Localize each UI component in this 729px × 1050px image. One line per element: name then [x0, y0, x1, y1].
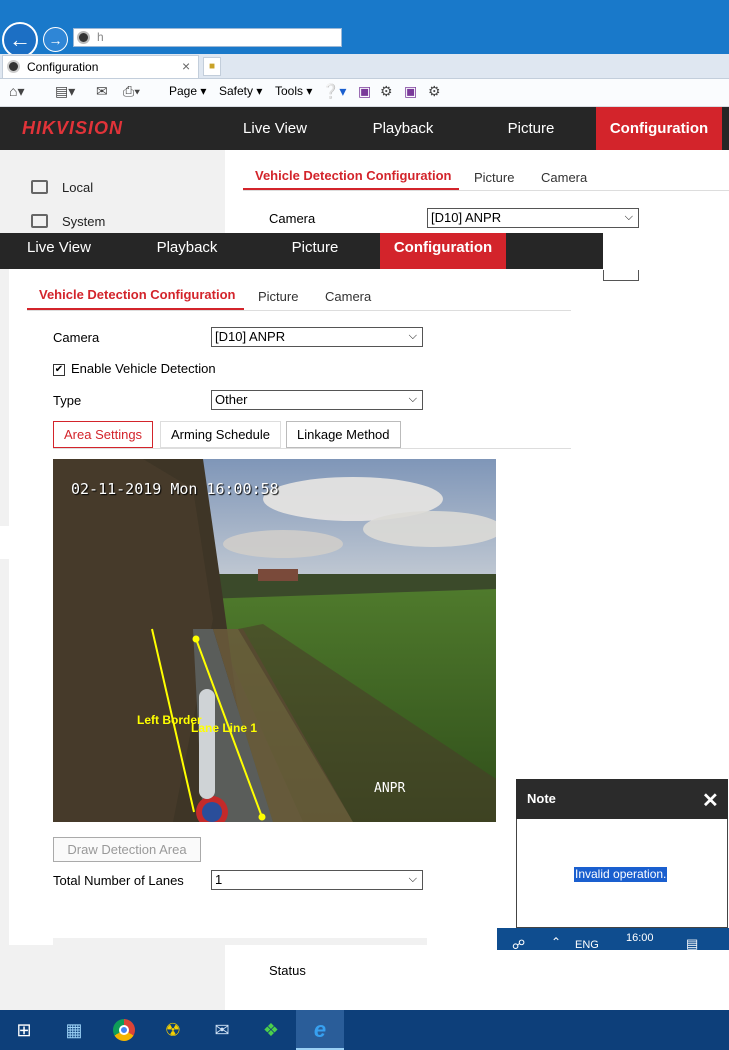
- gear-icon-2[interactable]: ⚙: [428, 83, 441, 100]
- enable-vehicle-detection-checkbox[interactable]: ✔: [53, 364, 65, 376]
- notification-icon[interactable]: ▤: [686, 936, 698, 952]
- chevron-down-icon: ⌵: [408, 330, 417, 342]
- print-icon[interactable]: ⎙▾: [123, 83, 140, 100]
- overlay-camera-select[interactable]: [D10] ANPR ⌵: [211, 327, 423, 347]
- onenote-icon-2[interactable]: ▣: [404, 83, 417, 100]
- tab-site-icon: [7, 60, 20, 73]
- total-lanes-select[interactable]: 1 ⌵: [211, 870, 423, 890]
- nav-live-view[interactable]: Live View: [225, 107, 325, 150]
- note-message: Invalid operation.: [574, 867, 668, 882]
- gear-icon[interactable]: ⚙: [380, 83, 393, 100]
- draw-detection-area-button[interactable]: Draw Detection Area: [53, 837, 201, 862]
- page-menu[interactable]: Page ▾: [169, 84, 206, 98]
- chevron-down-icon: ⌵: [624, 211, 633, 223]
- overlay-footer-strip: [53, 938, 427, 945]
- overlay-nav-configuration[interactable]: Configuration: [380, 233, 506, 269]
- tab-vehicle-detection[interactable]: Vehicle Detection Configuration: [255, 168, 451, 183]
- type-select[interactable]: Other ⌵: [211, 390, 423, 410]
- status-label: Status: [269, 963, 306, 978]
- overlay-tab-camera[interactable]: Camera: [325, 289, 371, 304]
- system-icon: [31, 214, 48, 228]
- tab-arming-schedule[interactable]: Arming Schedule: [160, 421, 281, 448]
- ie-icon[interactable]: e: [306, 1016, 334, 1044]
- language-indicator[interactable]: ENG: [575, 939, 599, 951]
- monitor-icon: [31, 180, 48, 194]
- lane-line-label: Lane Line 1: [191, 721, 258, 735]
- browser-tab-configuration[interactable]: Configuration: [2, 55, 199, 78]
- close-icon[interactable]: ✕: [702, 788, 719, 813]
- back-arrow-icon[interactable]: ←: [2, 22, 38, 58]
- feeds-icon[interactable]: ▤▾: [55, 83, 75, 100]
- tools-menu[interactable]: Tools ▾: [275, 84, 312, 98]
- overlay-divider: [27, 310, 571, 311]
- chrome-icon[interactable]: [110, 1016, 138, 1044]
- overlay-tab-vehicle-detection[interactable]: Vehicle Detection Configuration: [39, 287, 235, 302]
- forward-arrow-icon[interactable]: →: [43, 27, 68, 52]
- explorer-icon[interactable]: ▦: [60, 1016, 88, 1044]
- logo: HIKVISION: [22, 118, 124, 138]
- video-timestamp: 02-11-2019 Mon 16:00:58: [71, 480, 279, 498]
- address-bar[interactable]: h: [73, 28, 342, 47]
- video-preview[interactable]: 02-11-2019 Mon 16:00:58 ANPR Left Border…: [53, 459, 496, 822]
- tab-title: Configuration: [27, 60, 99, 74]
- help-icon[interactable]: ❔▾: [322, 83, 346, 100]
- total-lanes-label: Total Number of Lanes: [53, 873, 184, 888]
- enable-vehicle-detection-label: Enable Vehicle Detection: [71, 361, 216, 376]
- type-label: Type: [53, 393, 82, 408]
- lane-lines: [151, 628, 266, 821]
- mail-app-icon[interactable]: ✉: [208, 1016, 236, 1044]
- divider: [243, 190, 729, 191]
- tab-area-settings[interactable]: Area Settings: [53, 421, 154, 448]
- close-icon[interactable]: ×: [182, 58, 190, 74]
- overlay-tab-picture[interactable]: Picture: [258, 289, 298, 304]
- note-title: Note: [516, 779, 728, 819]
- sidebar-gap: [0, 526, 9, 559]
- settings-divider: [53, 448, 571, 449]
- camera-select[interactable]: [D10] ANPR ⌵: [427, 208, 639, 228]
- lane-line-handle-bottom[interactable]: [258, 813, 266, 821]
- radiation-icon[interactable]: ☢: [159, 1016, 187, 1044]
- sidebar-item-local[interactable]: Local: [62, 180, 93, 195]
- nav-configuration[interactable]: Configuration: [596, 107, 722, 150]
- people-icon[interactable]: ☍: [512, 937, 525, 953]
- select-fragment: [603, 270, 639, 281]
- chevron-up-icon[interactable]: ⌃: [551, 935, 561, 949]
- safety-menu[interactable]: Safety ▾: [219, 84, 262, 98]
- tab-linkage-method[interactable]: Linkage Method: [286, 421, 401, 448]
- home-icon[interactable]: ⌂▾: [9, 83, 24, 100]
- overlay-nav-picture[interactable]: Picture: [265, 233, 365, 269]
- windows-start-icon[interactable]: ⊞: [10, 1016, 38, 1044]
- clock[interactable]: 16:00: [626, 932, 654, 944]
- chevron-down-icon: ⌵: [408, 873, 417, 885]
- overlay-camera-label: Camera: [53, 330, 100, 345]
- camera-label: Camera: [269, 211, 316, 226]
- system-tray: ☍ ⌃ ENG 16:00 ▤: [497, 928, 729, 953]
- lane-line-handle-top[interactable]: [192, 635, 200, 643]
- nav-playback[interactable]: Playback: [353, 107, 453, 150]
- tab-picture[interactable]: Picture: [474, 170, 514, 185]
- video-channel-name: ANPR: [374, 781, 406, 796]
- chevron-down-icon: ⌵: [408, 393, 417, 405]
- site-icon: [77, 31, 90, 44]
- tab-camera[interactable]: Camera: [541, 170, 587, 185]
- onenote-icon[interactable]: ▣: [358, 83, 371, 100]
- overlay-nav-live-view[interactable]: Live View: [9, 233, 109, 269]
- nav-picture[interactable]: Picture: [481, 107, 581, 150]
- green-app-icon[interactable]: ❖: [257, 1016, 285, 1044]
- new-tab-icon[interactable]: ■: [203, 57, 221, 76]
- sidebar-item-system[interactable]: System: [62, 214, 105, 229]
- overlay-nav-playback[interactable]: Playback: [137, 233, 237, 269]
- mail-icon[interactable]: ✉: [96, 83, 108, 100]
